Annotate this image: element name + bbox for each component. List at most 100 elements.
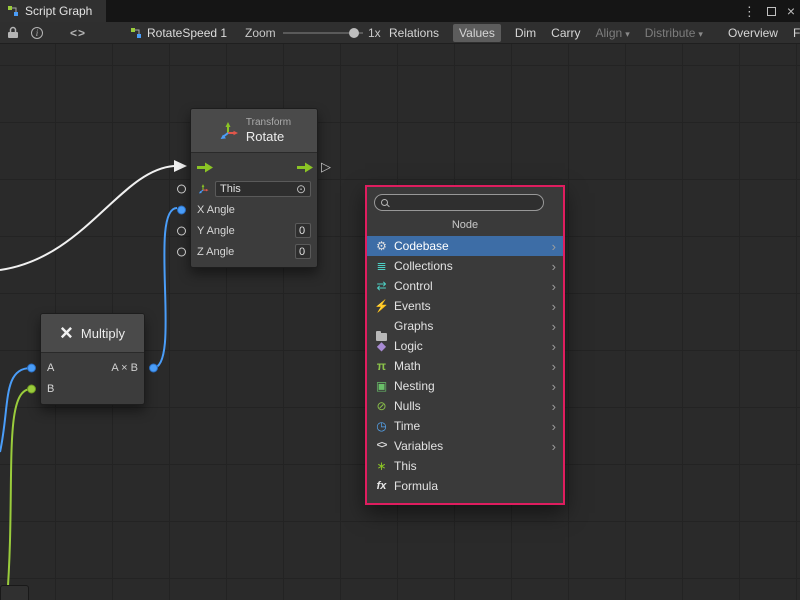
flow-input-arrow-icon[interactable]: [197, 162, 213, 173]
graph-name: RotateSpeed 1: [147, 26, 227, 40]
finder-item-time[interactable]: ◷ Time ›: [367, 416, 563, 436]
flow-output-arrow-icon[interactable]: [297, 162, 313, 173]
relations-button[interactable]: Relations: [388, 24, 440, 42]
carry-button[interactable]: Carry: [550, 24, 581, 42]
this-port-row: This ⊙: [191, 178, 317, 199]
graph-breadcrumb[interactable]: RotateSpeed 1: [130, 22, 227, 43]
control-icon: ⇄: [374, 276, 389, 296]
tab-script-graph[interactable]: Script Graph: [0, 0, 106, 22]
rotate-node[interactable]: Transform Rotate This ⊙ X Angle: [190, 108, 318, 268]
lock-button[interactable]: [7, 22, 19, 43]
distribute-label: Distribute: [645, 26, 696, 40]
chevron-right-icon: ›: [552, 340, 556, 353]
time-clock-icon: ◷: [374, 416, 389, 436]
multiply-x-icon: ×: [60, 322, 73, 344]
finder-item-collections[interactable]: ≣ Collections ›: [367, 256, 563, 276]
b-label: B: [47, 383, 54, 395]
zoom-value: 1x: [368, 22, 381, 43]
chevron-right-icon: ›: [552, 280, 556, 293]
finder-item-events[interactable]: ⚡ Events ›: [367, 296, 563, 316]
y-angle-input[interactable]: 0: [295, 223, 311, 238]
dim-button[interactable]: Dim: [514, 24, 537, 42]
a-input-port[interactable]: [27, 363, 36, 372]
finder-item-label: This: [394, 459, 551, 473]
finder-item-label: Control: [394, 279, 547, 293]
node-search-field[interactable]: [374, 194, 544, 211]
values-button[interactable]: Values: [453, 24, 501, 42]
finder-item-nulls[interactable]: ⊘ Nulls ›: [367, 396, 563, 416]
overview-button[interactable]: Overview: [727, 24, 779, 42]
finder-item-this[interactable]: ∗ This: [367, 456, 563, 476]
window-controls: ⋮ ×: [743, 0, 800, 22]
formula-icon: fx: [374, 476, 389, 496]
finder-header: Node: [367, 213, 563, 236]
x-angle-port[interactable]: [177, 205, 186, 214]
code-icon: <>: [70, 26, 86, 40]
finder-item-formula[interactable]: fx Formula: [367, 476, 563, 496]
flow-continuation-icon: ▷: [321, 159, 331, 175]
this-object-field[interactable]: This ⊙: [215, 181, 311, 197]
zoom-slider[interactable]: [283, 27, 363, 39]
full-screen-button[interactable]: Full Screen: [792, 24, 800, 42]
finder-item-label: Math: [394, 359, 547, 373]
graph-asset-icon: [130, 27, 142, 39]
inspect-button[interactable]: i: [31, 22, 43, 43]
x-angle-label: X Angle: [197, 204, 235, 216]
this-input-port[interactable]: [177, 184, 186, 193]
logic-icon: ◆: [374, 336, 389, 356]
node-title: Multiply: [81, 326, 125, 341]
info-icon: i: [31, 27, 43, 39]
finder-item-control[interactable]: ⇄ Control ›: [367, 276, 563, 296]
z-angle-input[interactable]: 0: [295, 244, 311, 259]
rotate-node-header[interactable]: Transform Rotate: [191, 109, 317, 153]
multiply-node[interactable]: × Multiply A A × B B: [40, 313, 145, 405]
search-icon: [381, 199, 388, 206]
flow-port-row: [191, 157, 317, 178]
codebase-icon: ⚙: [374, 236, 389, 256]
align-button[interactable]: Align▾: [595, 24, 631, 42]
rotate-node-body: This ⊙ X Angle Y Angle 0 Z Angle 0: [191, 153, 317, 267]
this-field-value: This: [220, 183, 241, 195]
x-angle-row: X Angle: [191, 199, 317, 220]
finder-item-label: Codebase: [394, 239, 547, 253]
node-title: Rotate: [246, 129, 291, 144]
chevron-down-icon: ▾: [698, 29, 703, 39]
collections-icon: ≣: [374, 256, 389, 276]
finder-item-math[interactable]: π Math ›: [367, 356, 563, 376]
this-icon: ∗: [374, 456, 389, 476]
z-angle-port[interactable]: [177, 247, 186, 256]
finder-item-codebase[interactable]: ⚙ Codebase ›: [367, 236, 563, 256]
graph-toolbar: i <> RotateSpeed 1 Zoom 1x Relations Val…: [0, 22, 800, 44]
multiply-node-header[interactable]: × Multiply: [41, 314, 144, 353]
close-icon[interactable]: ×: [787, 4, 795, 18]
y-angle-label: Y Angle: [197, 225, 235, 237]
finder-item-variables[interactable]: <> Variables ›: [367, 436, 563, 456]
finder-item-graphs[interactable]: Graphs ›: [367, 316, 563, 336]
finder-item-logic[interactable]: ◆ Logic ›: [367, 336, 563, 356]
object-picker-icon[interactable]: ⊙: [296, 183, 306, 195]
y-angle-port[interactable]: [177, 226, 186, 235]
distribute-button[interactable]: Distribute▾: [644, 24, 704, 42]
zoom-slider-handle[interactable]: [349, 28, 359, 38]
lock-icon: [7, 26, 19, 39]
chevron-right-icon: ›: [552, 240, 556, 253]
code-view-button[interactable]: <>: [70, 22, 86, 43]
script-graph-window: Script Graph ⋮ × i <> RotateSpeed 1 Zoom…: [0, 0, 800, 600]
transform-mini-icon: [197, 183, 209, 195]
b-input-port[interactable]: [27, 384, 36, 393]
offscreen-node-fragment[interactable]: [0, 585, 29, 600]
finder-item-label: Formula: [394, 479, 551, 493]
finder-list: ⚙ Codebase › ≣ Collections › ⇄ Control ›…: [367, 236, 563, 496]
finder-item-label: Nulls: [394, 399, 547, 413]
result-output-port[interactable]: [149, 363, 158, 372]
chevron-right-icon: ›: [552, 260, 556, 273]
tab-bar: Script Graph ⋮ ×: [0, 0, 800, 22]
finder-item-label: Events: [394, 299, 547, 313]
kebab-menu-icon[interactable]: ⋮: [743, 5, 756, 18]
finder-item-nesting[interactable]: ▣ Nesting ›: [367, 376, 563, 396]
node-search-input[interactable]: [393, 197, 537, 209]
chevron-right-icon: ›: [552, 300, 556, 313]
maximize-icon[interactable]: [767, 7, 776, 16]
finder-item-label: Nesting: [394, 379, 547, 393]
finder-item-label: Graphs: [394, 319, 547, 333]
